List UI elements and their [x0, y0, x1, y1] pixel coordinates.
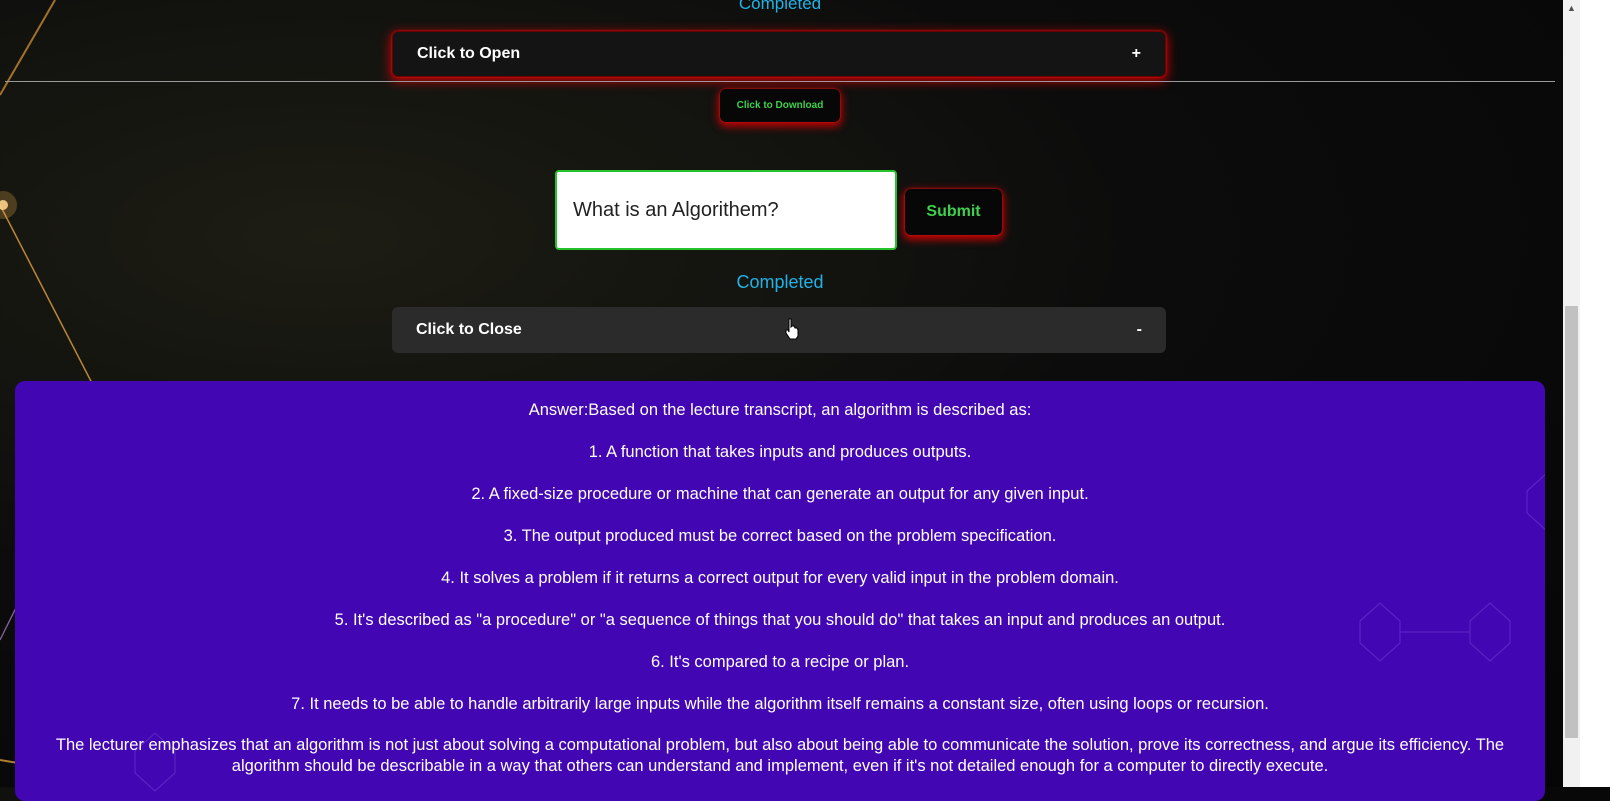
- answer-item-5: 5. It's described as "a procedure" or "a…: [334, 611, 1226, 629]
- answer-item-6: 6. It's compared to a recipe or plan.: [650, 653, 910, 671]
- answer-item-1: 1. A function that takes inputs and prod…: [588, 443, 972, 461]
- answer-item-3: 3. The output produced must be correct b…: [503, 527, 1057, 545]
- close-accordion-label: Click to Close: [416, 321, 522, 338]
- download-button[interactable]: Click to Download: [720, 89, 840, 122]
- answer-intro-line: Answer:Based on the lecture transcript, …: [528, 401, 1032, 419]
- previous-status-text: Completed: [738, 0, 822, 13]
- scrollbar-thumb[interactable]: [1565, 306, 1578, 738]
- section-divider: [5, 81, 1555, 82]
- window-edge: [1580, 0, 1610, 787]
- pointer-cursor-icon: [785, 318, 799, 340]
- answer-item-2: 2. A fixed-size procedure or machine tha…: [471, 485, 1089, 503]
- open-accordion-header[interactable]: Click to Open +: [392, 31, 1166, 77]
- scroll-up-arrow-icon[interactable]: ▲: [1565, 0, 1578, 17]
- answer-item-4: 4. It solves a problem if it returns a c…: [441, 569, 1119, 587]
- answer-item-7: 7. It needs to be able to handle arbitra…: [291, 695, 1269, 713]
- close-accordion-header[interactable]: Click to Close -: [392, 307, 1166, 353]
- plus-icon: +: [1131, 45, 1141, 62]
- answer-content: Answer:Based on the lecture transcript, …: [15, 399, 1545, 777]
- open-accordion-label: Click to Open: [417, 45, 521, 62]
- submit-button[interactable]: Submit: [905, 189, 1002, 235]
- answer-summary: The lecturer emphasizes that an algorith…: [55, 736, 1505, 775]
- status-text: Completed: [736, 272, 824, 292]
- answer-panel: Answer:Based on the lecture transcript, …: [15, 381, 1545, 801]
- question-input[interactable]: [555, 170, 897, 250]
- minus-icon: -: [1136, 321, 1142, 338]
